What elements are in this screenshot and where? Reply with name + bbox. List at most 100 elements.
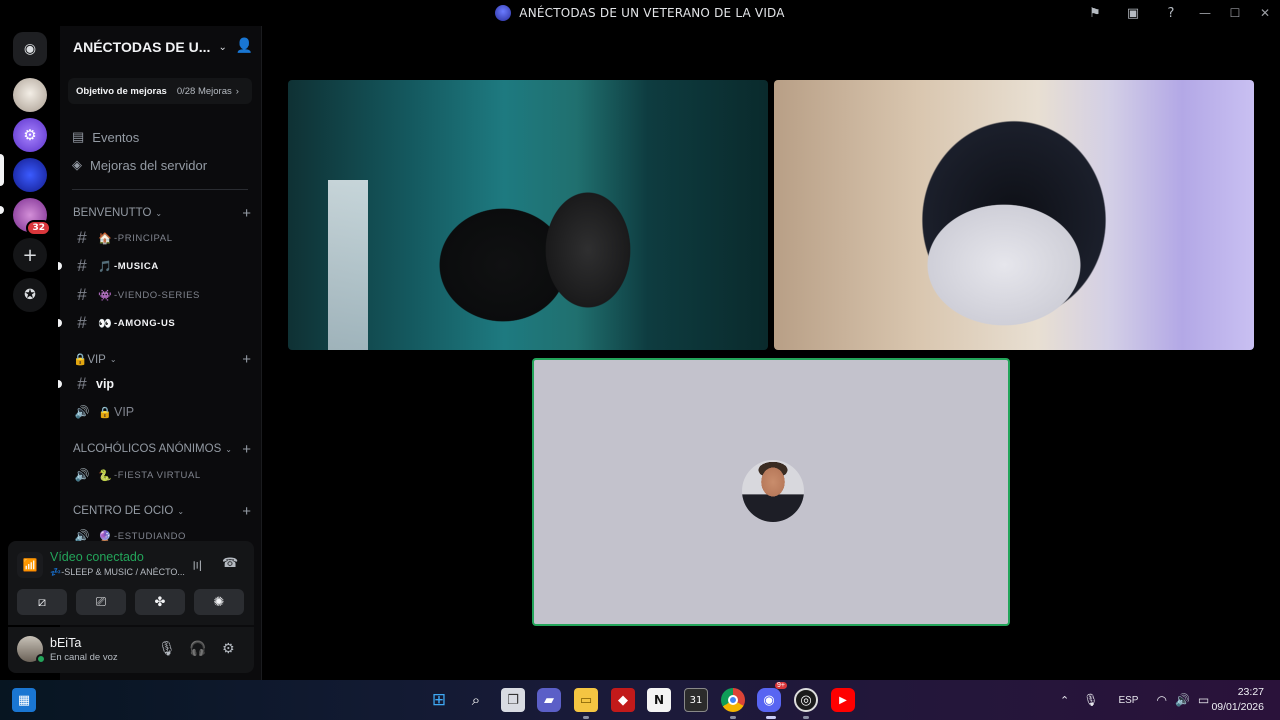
microphone-icon[interactable]: 🎙 [158,641,176,657]
settings-gear-icon[interactable]: ⚙ [222,641,235,657]
channel-label: -AMONG-US [114,317,176,329]
category-label: 🔒VIP [73,354,106,366]
close-icon[interactable]: ✕ [1250,0,1280,26]
channel-among-us[interactable]: # 👀 -AMONG-US [58,312,250,334]
minimize-icon[interactable]: — [1190,0,1220,26]
windows-taskbar: ▦ ⊞ ⌕ ❐ ▰ ▭ ◆ N 31 ◉ 9+ ◎ ▶ ⌃ 🎙 ESP ◠ 🔊 … [0,680,1280,720]
maximize-icon[interactable]: ☐ [1220,0,1250,26]
signal-icon[interactable]: 📶 [17,552,43,578]
flag-icon[interactable]: ⚑ [1076,0,1114,26]
create-channel-icon[interactable]: + [242,205,251,222]
boost-goal-count: 0/28 Mejoras [176,85,232,97]
username[interactable]: bEiTa [50,636,81,650]
server-avatar-1[interactable] [13,78,47,112]
category-benvenutto[interactable]: BENVENUTTO ⌄ + [73,205,251,222]
discord-home-icon[interactable]: ◉ [13,32,47,66]
screen-share-button[interactable]: ⎚ [76,589,126,615]
channel-label: -ESTUDIANDO [114,530,187,542]
voice-connection-panel: 📶 Vídeo conectado 💤-SLEEP & MUSIC / ANÉC… [8,541,254,625]
voice-status[interactable]: Vídeo conectado [50,550,144,564]
battery-icon[interactable]: ▭ [1198,693,1209,707]
inbox-icon[interactable]: ▣ [1114,0,1152,26]
clock-time: 23:27 [1237,686,1264,698]
add-server-icon[interactable]: + [13,238,47,272]
server-avatar-current[interactable] [13,158,47,192]
server-avatar-2[interactable]: ⚙ [13,118,47,152]
channel-viendo-series[interactable]: # 👾 -VIENDO-SERIES [72,284,250,306]
headphones-icon[interactable]: 🎧 [189,641,206,657]
text-channel-icon: # [77,313,87,332]
discord-taskbar-icon[interactable]: ◉ 9+ [757,682,787,712]
channel-emoji: 🏠 [98,232,112,245]
channel-musica[interactable]: # 🎵 -MUSICA [58,255,250,277]
chevron-up-icon[interactable]: ⌃ [1060,694,1069,707]
volume-icon[interactable]: 🔊 [1175,693,1190,707]
channel-fiesta-virtual[interactable]: 🔊 🐍 -FIESTA VIRTUAL [72,464,250,486]
noise-suppression-icon[interactable]: 〣 [191,557,203,574]
channel-vip-text[interactable]: # vip [58,373,250,395]
category-vip[interactable]: 🔒VIP ⌄ + [73,351,251,368]
start-menu-icon[interactable]: ⊞ [427,688,451,712]
task-view-icon[interactable]: ❐ [501,688,525,712]
voice-channel-link[interactable]: 💤-SLEEP & MUSIC / ANÉCTO... [50,567,185,578]
channel-emoji: 🔒 [98,406,112,419]
channel-label: vip [96,377,115,391]
help-icon[interactable]: ? [1152,0,1190,26]
user-status: En canal de voz [50,652,118,663]
video-tile-participant-1[interactable] [288,80,768,350]
online-status-dot [36,654,46,664]
file-explorer-icon[interactable]: ▭ [574,688,598,712]
notion-icon[interactable]: N [647,688,671,712]
soundboard-button[interactable]: ✺ [194,589,244,615]
running-indicator [583,716,589,719]
clock[interactable]: 23:27 09/01/2026 [1211,685,1264,715]
activities-icon: ✤ [154,594,166,610]
camera-toggle-button[interactable]: ⧄ [17,589,67,615]
video-tile-speaking-participant[interactable] [532,358,1010,626]
chat-app-icon[interactable]: ▰ [537,688,561,712]
chrome-icon[interactable] [721,688,745,712]
activities-button[interactable]: ✤ [135,589,185,615]
language-indicator[interactable]: ESP [1118,695,1138,706]
server-avatar-3[interactable]: 32 [13,198,51,236]
text-channel-icon: # [77,285,87,304]
explore-icon[interactable]: ✪ [13,278,47,312]
events-link[interactable]: ▤ Eventos [72,127,139,147]
category-label: ALCOHÓLICOS ANÓNIMOS [73,443,222,455]
boost-goal-bar[interactable]: Objetivo de mejoras 0/28 Mejoras › [68,78,252,104]
chevron-down-icon: ⌄ [155,208,163,218]
user-panel: bEiTa En canal de voz 🎙 🎧 ⚙ [8,627,254,673]
disconnect-icon[interactable]: ☎ [222,556,238,571]
title-bar: ANÉCTODAS DE UN VETERANO DE LA VIDA ⚑ ▣ … [0,0,1280,26]
calendar-app-icon[interactable]: 31 [684,688,708,712]
create-channel-icon[interactable]: + [242,503,251,520]
server-header[interactable]: ANÉCTODAS DE U... ⌄ [73,38,253,56]
wifi-icon[interactable]: ◠ [1156,693,1166,707]
server-boosts-link[interactable]: ◈ Mejoras del servidor [72,155,207,175]
microphone-icon[interactable]: 🎙 [1083,693,1098,707]
channel-vip-voice[interactable]: 🔊 🔒 VIP [72,401,250,423]
running-indicator [803,716,809,719]
unread-indicator [58,319,62,327]
divider [72,189,248,190]
selected-server-pill [0,154,4,186]
obs-icon[interactable]: ◎ [794,688,818,712]
clock-date: 09/01/2026 [1211,701,1264,713]
game-launcher-icon[interactable]: ◆ [611,688,635,712]
widgets-icon[interactable]: ▦ [12,688,36,712]
speaker-icon: 🔊 [74,405,90,419]
chevron-down-icon: ⌄ [218,41,227,53]
category-alcoholicos-anonimos[interactable]: ALCOHÓLICOS ANÓNIMOS ⌄ + [73,441,251,458]
create-channel-icon[interactable]: + [242,441,251,458]
create-channel-icon[interactable]: + [242,351,251,368]
system-tray: ⌃ 🎙 ESP ◠ 🔊 ▭ [1060,680,1209,720]
search-icon[interactable]: ⌕ [464,688,488,712]
invite-people-icon[interactable]: 👤 [236,38,253,54]
youtube-icon[interactable]: ▶ [831,688,855,712]
video-tile-participant-2[interactable] [774,80,1254,350]
active-indicator [766,716,776,719]
channel-principal[interactable]: # 🏠 -PRINCIPAL [72,227,250,249]
category-centro-de-ocio[interactable]: CENTRO DE OCIO ⌄ + [73,503,251,520]
channel-label: -VIENDO-SERIES [114,289,200,301]
unread-indicator [58,262,62,270]
